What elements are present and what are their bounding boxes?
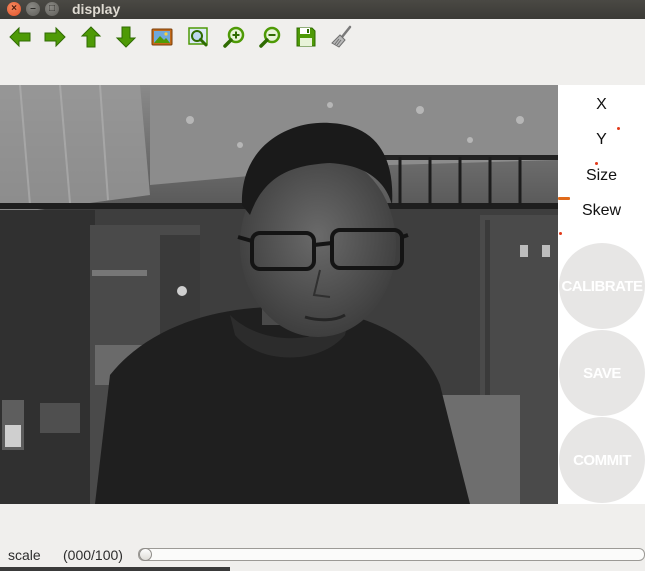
- save-button[interactable]: SAVE: [559, 330, 645, 416]
- pan-up-button[interactable]: [78, 24, 104, 50]
- scale-bar: scale (000/100): [0, 545, 645, 565]
- picture-icon: [151, 28, 173, 46]
- camera-view[interactable]: [0, 85, 558, 504]
- original-size-button[interactable]: [149, 24, 175, 50]
- clear-button[interactable]: [329, 24, 355, 50]
- control-panel: X Y Size Skew CALIBRATE SAVE COMMIT: [558, 85, 645, 504]
- zoom-fit-button[interactable]: [185, 24, 211, 50]
- zoom-in-icon: [223, 26, 245, 48]
- size-marker[interactable]: [595, 162, 598, 165]
- webcam-image: [0, 85, 558, 504]
- down-arrow-icon: [115, 26, 137, 48]
- scale-label: scale: [8, 547, 41, 563]
- minimize-window-button[interactable]: –: [26, 2, 40, 16]
- window-title: display: [72, 1, 121, 17]
- scale-slider-thumb[interactable]: [139, 548, 152, 561]
- pan-left-button[interactable]: [7, 24, 33, 50]
- up-arrow-icon: [80, 26, 102, 48]
- save-image-button[interactable]: [293, 24, 319, 50]
- x-label: X: [596, 96, 607, 113]
- toolbar: [0, 20, 645, 54]
- zoom-out-button[interactable]: [257, 24, 283, 50]
- maximize-window-button[interactable]: □: [45, 2, 59, 16]
- extra-marker[interactable]: [559, 232, 562, 235]
- y-label: Y: [596, 131, 607, 148]
- zoom-fit-icon: [188, 27, 208, 47]
- broom-icon: [331, 25, 352, 48]
- left-arrow-icon: [9, 26, 31, 48]
- y-marker[interactable]: [617, 127, 620, 130]
- size-label: Size: [585, 167, 618, 184]
- pan-right-button[interactable]: [42, 24, 68, 50]
- scale-value: (000/100): [63, 547, 123, 563]
- title-bar: × – □ display: [0, 0, 645, 19]
- pan-down-button[interactable]: [113, 24, 139, 50]
- zoom-in-button[interactable]: [221, 24, 247, 50]
- skew-label: Skew: [581, 202, 622, 219]
- close-window-button[interactable]: ×: [7, 2, 21, 16]
- commit-button[interactable]: COMMIT: [559, 417, 645, 503]
- save-disk-icon: [296, 27, 316, 47]
- right-arrow-icon: [44, 26, 66, 48]
- scale-slider[interactable]: [138, 548, 645, 561]
- zoom-out-icon: [259, 26, 281, 48]
- bottom-strip: [0, 567, 230, 571]
- skew-marker[interactable]: [558, 197, 570, 200]
- calibrate-button[interactable]: CALIBRATE: [559, 243, 645, 329]
